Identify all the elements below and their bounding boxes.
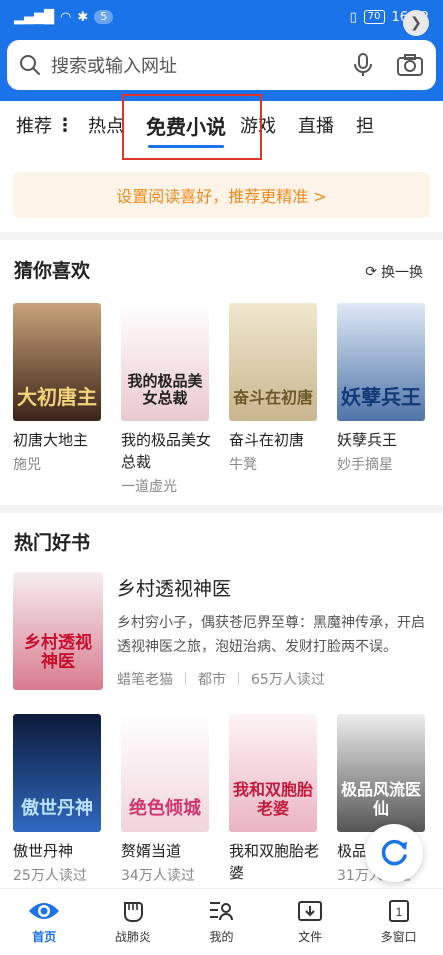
book-title: 我的极品美女总裁 <box>121 431 212 471</box>
book-cover: 极品风流医仙 <box>337 714 425 832</box>
notification-badge: 5 <box>94 10 114 24</box>
book-card[interactable]: 我和双胞胎老婆 我和双胞胎老婆 <box>229 714 319 887</box>
svg-text:1: 1 <box>395 905 402 919</box>
battery-icon: 70 <box>363 10 385 24</box>
nav-label: 首页 <box>32 930 57 944</box>
microphone-icon[interactable] <box>352 52 374 78</box>
book-title: 赘婿当道 <box>121 842 182 860</box>
book-author: 牛凳 <box>229 457 257 473</box>
bottom-nav: 首页 战肺炎 我的 文件 1 多窗口 <box>0 888 443 955</box>
cover-title: 极品风流医仙 <box>341 780 422 818</box>
download-icon <box>298 901 323 921</box>
refresh-button[interactable]: ⟳ 换一换 <box>365 262 423 282</box>
nav-label: 战肺炎 <box>114 930 151 944</box>
search-header: 搜索或输入网址 <box>0 34 443 101</box>
fist-icon <box>123 902 143 922</box>
section-divider <box>0 232 443 240</box>
windows-icon: 1 <box>388 900 409 922</box>
book-title: 傲世丹神 <box>13 842 74 860</box>
tab-live[interactable]: 直播 <box>298 112 334 138</box>
book-author: 妙手摘星 <box>337 457 393 473</box>
tab-hot[interactable]: 热点 <box>88 112 124 138</box>
refresh-label: 换一换 <box>381 265 423 281</box>
refresh-fab[interactable] <box>365 824 423 882</box>
hot-section-title: 热门好书 <box>14 532 91 554</box>
tab-recommend[interactable]: 推荐 <box>16 112 52 138</box>
search-icon <box>20 55 40 75</box>
nav-label: 文件 <box>298 930 323 944</box>
book-cover: 我的极品美女总裁 <box>121 303 209 421</box>
book-card[interactable]: 绝色倾城 赘婿当道 34万人读过 <box>121 714 211 885</box>
nav-files[interactable]: 文件 <box>270 899 350 945</box>
book-cover: 我和双胞胎老婆 <box>229 714 317 832</box>
tab-more-partial[interactable]: 担 <box>356 112 374 138</box>
guess-section-title: 猜你喜欢 <box>14 260 91 282</box>
book-card[interactable]: 奋斗在初唐 奋斗在初唐 牛凳 <box>229 303 319 474</box>
cover-title: 我和双胞胎老婆 <box>233 780 314 818</box>
search-input[interactable]: 搜索或输入网址 <box>51 52 352 78</box>
book-title: 初唐大地主 <box>13 431 89 449</box>
featured-book-category: 都市 <box>198 672 226 688</box>
tab-free-novel[interactable]: 免费小说 <box>146 111 226 148</box>
category-tabs: 推荐 ⋮ 热点 免费小说 游戏 直播 担 <box>0 101 443 149</box>
cover-title: 乡村透视神医 <box>24 633 92 672</box>
meta-separator <box>185 673 186 685</box>
cover-title: 奋斗在初唐 <box>233 388 314 407</box>
status-left: ▂▄▆█ ◠ ✱ 5 <box>14 9 114 25</box>
featured-book-author: 蜡笔老猫 <box>117 672 173 688</box>
nav-label: 多窗口 <box>380 930 417 944</box>
book-readers: 34万人读过 <box>121 868 195 884</box>
refresh-icon <box>381 839 407 866</box>
nav-multi-window[interactable]: 1 多窗口 <box>359 899 439 945</box>
cover-title: 妖孽兵王 <box>341 385 421 409</box>
nav-mine[interactable]: 我的 <box>181 899 261 945</box>
nav-label: 我的 <box>209 930 234 944</box>
nav-fight-pneumonia[interactable]: 战肺炎 <box>93 899 173 945</box>
search-box[interactable]: 搜索或输入网址 <box>7 40 436 90</box>
book-cover: 绝色倾城 <box>121 714 209 832</box>
book-title: 妖孽兵王 <box>337 431 398 449</box>
book-cover: 大初唐主 <box>13 303 101 421</box>
book-title: 我和双胞胎老婆 <box>229 842 320 882</box>
book-card[interactable]: 我的极品美女总裁 我的极品美女总裁 一道虚光 <box>121 303 211 496</box>
tab-menu-icon[interactable]: ⋮ <box>56 115 74 136</box>
chevron-right-icon[interactable]: ❯ <box>403 10 429 36</box>
status-bar: ▂▄▆█ ◠ ✱ 5 ▯ 70 16:42 <box>0 0 443 34</box>
featured-book-cover[interactable]: 乡村透视神医 <box>13 572 103 690</box>
cover-title: 我的极品美女总裁 <box>127 372 203 407</box>
tab-games[interactable]: 游戏 <box>240 112 276 138</box>
section-divider <box>0 505 443 513</box>
cover-title: 傲世丹神 <box>21 798 93 819</box>
book-title: 奋斗在初唐 <box>229 431 305 449</box>
wifi-icon: ◠ <box>60 9 72 25</box>
book-cover: 傲世丹神 <box>13 714 101 832</box>
meta-separator <box>238 673 239 685</box>
book-card[interactable]: 傲世丹神 傲世丹神 25万人读过 <box>13 714 103 885</box>
book-card[interactable]: 妖孽兵王 妖孽兵王 妙手摘星 <box>337 303 427 474</box>
camera-icon[interactable] <box>396 53 424 77</box>
vibrate-icon: ▯ <box>349 9 357 25</box>
book-cover: 妖孽兵王 <box>337 303 425 421</box>
signal-icon: ▂▄▆█ <box>14 9 54 25</box>
book-author: 一道虚光 <box>121 479 177 495</box>
bluetooth-icon: ✱ <box>77 9 89 25</box>
cover-title: 绝色倾城 <box>129 798 201 819</box>
nav-home[interactable]: 首页 <box>4 899 84 945</box>
eye-icon <box>29 903 60 919</box>
refresh-icon: ⟳ <box>365 264 377 280</box>
featured-book-description: 乡村穷小子，偶获苍厄界至尊：黑魔神传承，开启透视神医之旅，泡妞治病、发财打脸两不… <box>117 615 425 655</box>
book-card[interactable]: 大初唐主 初唐大地主 施兕 <box>13 303 103 474</box>
book-author: 施兕 <box>13 457 41 473</box>
book-cover: 奋斗在初唐 <box>229 303 317 421</box>
featured-book-meta: 蜡笔老猫 都市 65万人读过 <box>117 669 325 689</box>
featured-book-readers: 65万人读过 <box>251 672 325 688</box>
cover-title: 大初唐主 <box>17 385 97 409</box>
profile-icon <box>210 902 234 921</box>
preference-banner[interactable]: 设置阅读喜好，推荐更精准 > <box>13 172 430 218</box>
featured-book-title[interactable]: 乡村透视神医 <box>117 574 231 601</box>
book-readers: 25万人读过 <box>13 868 87 884</box>
